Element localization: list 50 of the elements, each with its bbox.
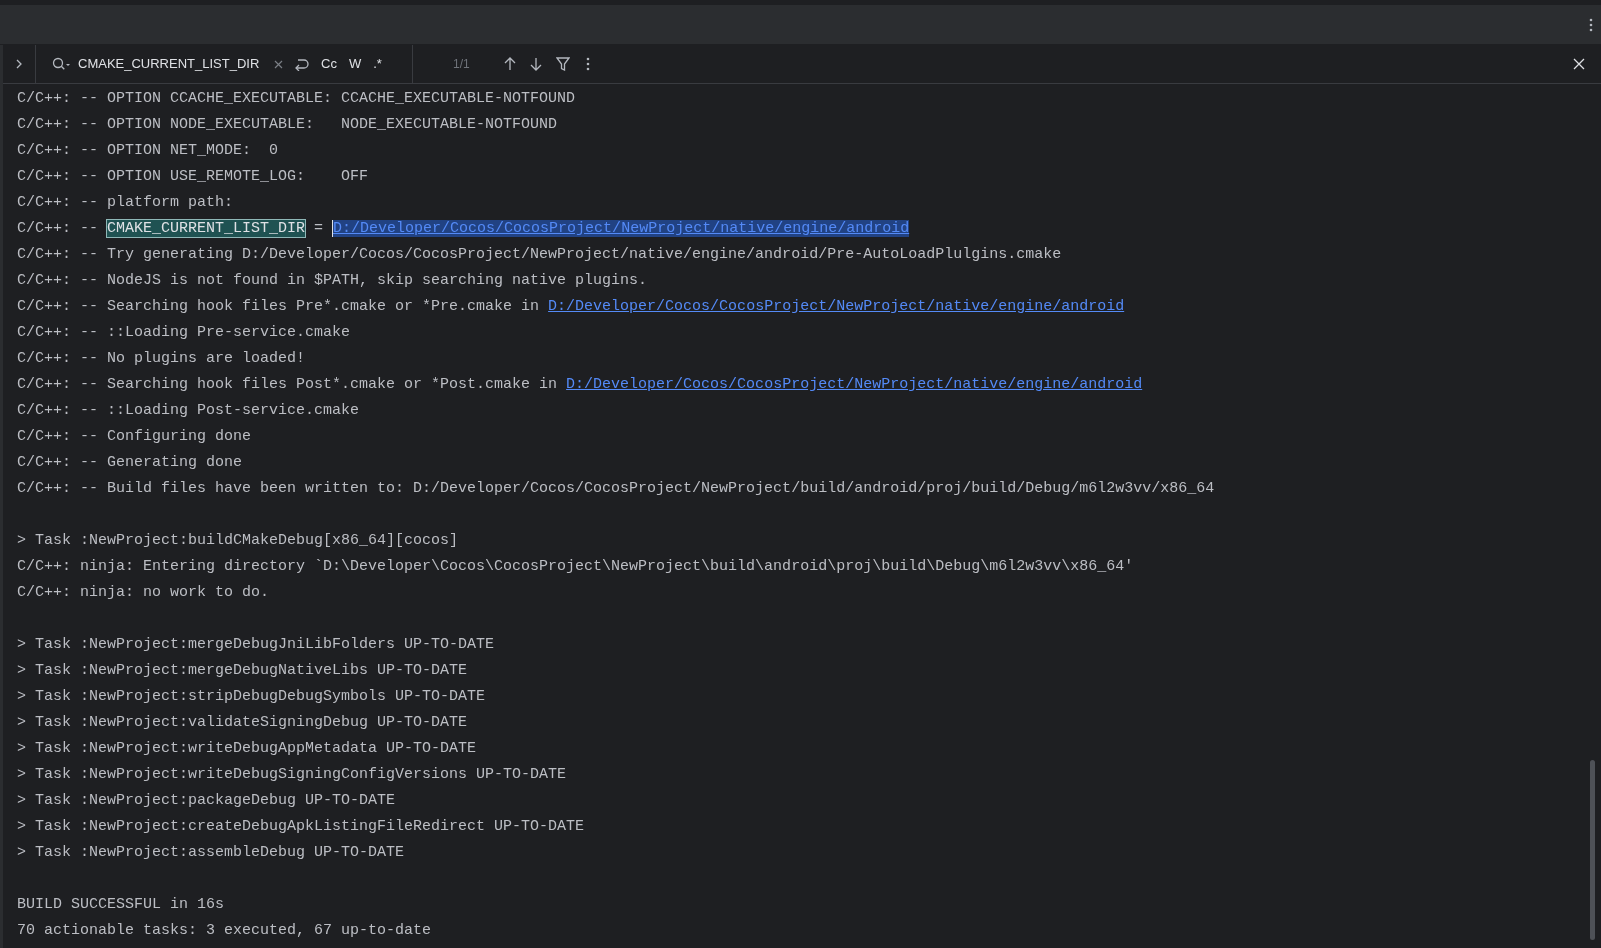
log-text: C/C++: -- bbox=[17, 220, 99, 237]
log-text: > Task :NewProject:createDebugApkListingFileRedirect UP-TO-DATE bbox=[17, 818, 585, 835]
log-text: C/C++: -- OPTION USE_REMOTE_LOG: OFF bbox=[17, 168, 369, 185]
path-link[interactable]: D:/Developer/Cocos/CocosProject/NewProject/native/engine/android bbox=[566, 376, 1143, 393]
match-count: 1/1 bbox=[453, 56, 470, 73]
log-text: C/C++: -- OPTION NET_MODE: 0 bbox=[17, 142, 279, 159]
filter-icon[interactable] bbox=[555, 57, 570, 71]
log-text: = bbox=[313, 220, 325, 237]
chevron-right-icon[interactable] bbox=[15, 59, 23, 69]
log-text: > Task :NewProject:mergeDebugJniLibFolders UP-TO-DATE bbox=[17, 636, 495, 653]
log-text: C/C++: -- Searching hook files Pre*.cmake or *Pre.cmake in bbox=[17, 298, 541, 315]
log-text: > Task :NewProject:writeDebugAppMetadata UP-TO-DATE bbox=[17, 740, 477, 757]
search-option-toggle[interactable]: W bbox=[344, 53, 366, 75]
more-options-icon[interactable] bbox=[585, 57, 590, 71]
search-option-toggle[interactable]: .* bbox=[369, 53, 386, 75]
log-text: > Task :NewProject:packageDebug UP-TO-DATE bbox=[17, 792, 396, 809]
log-text: > Task :NewProject:assembleDebug UP-TO-DATE bbox=[17, 844, 405, 861]
log-text: C/C++: -- NodeJS is not found in $PATH, skip searching native plugins. bbox=[17, 272, 648, 289]
close-icon[interactable] bbox=[1573, 58, 1585, 70]
log-text: C/C++: -- Build files have been written to: D:/Developer/Cocos/CocosProject/NewProject/build/android/proj/build/Debug/m6l2w3vv/x86_64 bbox=[17, 480, 1215, 497]
more-options-icon[interactable] bbox=[1589, 18, 1593, 32]
log-text: C/C++: -- No plugins are loaded! bbox=[17, 350, 306, 367]
log-text: C/C++: -- Generating done bbox=[17, 454, 243, 471]
log-text: C/C++: -- Try generating D:/Developer/Cocos/CocosProject/NewProject/native/engine/android/Pre-AutoLoadPlulgins.cmake bbox=[17, 246, 1062, 263]
wrap-icon[interactable] bbox=[293, 57, 309, 71]
search-match: CMAKE_CURRENT_LIST_DIR bbox=[107, 220, 306, 237]
log-text: C/C++: -- platform path: bbox=[17, 194, 234, 211]
log-text: C/C++: -- OPTION NODE_EXECUTABLE: NODE_EXECUTABLE-NOTFOUND bbox=[17, 116, 558, 133]
scrollbar-thumb[interactable] bbox=[1590, 760, 1595, 940]
log-text: > Task :NewProject:validateSigningDebug UP-TO-DATE bbox=[17, 714, 468, 731]
log-text: > Task :NewProject:mergeDebugNativeLibs UP-TO-DATE bbox=[17, 662, 468, 679]
search-icon[interactable] bbox=[52, 57, 70, 71]
search-option-toggle[interactable]: Cc bbox=[317, 53, 341, 75]
arrow-up-icon[interactable] bbox=[503, 57, 516, 71]
search-field[interactable]: CMAKE_CURRENT_LIST_DIR bbox=[78, 54, 274, 74]
log-text: C/C++: ninja: Entering directory `D:\Developer\Cocos\CocosProject\NewProject\build\android\proj\build\Debug\m6l2w3vv\x86_64' bbox=[17, 558, 1134, 575]
log-text: C/C++: -- ::Loading Pre-service.cmake bbox=[17, 324, 351, 341]
log-text: > Task :NewProject:buildCMakeDebug[x86_64][cocos] bbox=[17, 532, 459, 549]
clear-icon[interactable] bbox=[274, 59, 283, 69]
log-text: C/C++: ninja: no work to do. bbox=[17, 584, 270, 601]
log-text: > Task :NewProject:stripDebugDebugSymbols UP-TO-DATE bbox=[17, 688, 486, 705]
log-text: C/C++: -- ::Loading Post-service.cmake bbox=[17, 402, 360, 419]
log-text: C/C++: -- OPTION CCACHE_EXECUTABLE: CCACHE_EXECUTABLE-NOTFOUND bbox=[17, 90, 576, 107]
arrow-down-icon[interactable] bbox=[529, 57, 542, 71]
log-text: C/C++: -- Searching hook files Post*.cmake or *Post.cmake in bbox=[17, 376, 559, 393]
log-text: BUILD SUCCESSFUL in 16s bbox=[17, 896, 225, 913]
log-text: C/C++: -- Configuring done bbox=[17, 428, 252, 445]
log-text: > Task :NewProject:writeDebugSigningConfigVersions UP-TO-DATE bbox=[17, 766, 567, 783]
path-link[interactable]: D:/Developer/Cocos/CocosProject/NewProject/native/engine/android bbox=[548, 298, 1125, 315]
log-text: 70 actionable tasks: 3 executed, 67 up-to-date bbox=[17, 922, 432, 939]
